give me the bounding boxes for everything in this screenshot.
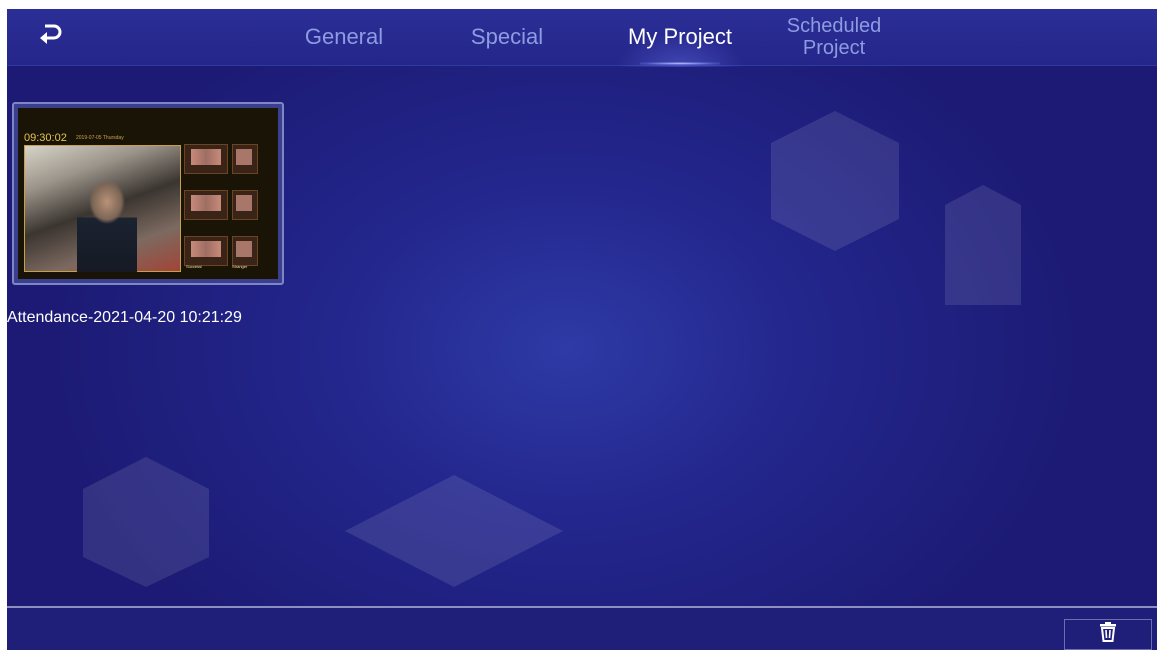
thumbnail-date: 2019-07-05 Thursday xyxy=(76,135,124,141)
tab-label-line2: Project xyxy=(802,37,866,59)
decorative-cube xyxy=(83,457,209,587)
face-tile xyxy=(184,144,228,174)
tab-special[interactable]: Special xyxy=(457,9,557,65)
thumbnail-time: 09:30:02 xyxy=(24,132,67,144)
project-card[interactable]: 09:30:02 2019-07-05 Thursday Success! St… xyxy=(12,102,284,285)
face-tile xyxy=(184,190,228,220)
tile-label: Success! xyxy=(186,264,203,269)
return-arrow-icon xyxy=(38,23,64,50)
project-name[interactable]: Attendance-2021-04-20 10:21:29 xyxy=(7,309,242,327)
decorative-cube xyxy=(771,111,899,251)
tab-my-project[interactable]: My Project xyxy=(610,9,750,65)
face-tile xyxy=(232,144,258,174)
face-tile xyxy=(232,190,258,220)
trash-icon xyxy=(1099,622,1117,647)
top-nav-bar: General Special My Project Scheduled Pro… xyxy=(7,9,1157,67)
person-silhouette xyxy=(77,172,137,272)
project-screen: General Special My Project Scheduled Pro… xyxy=(7,9,1157,650)
back-button[interactable] xyxy=(33,19,69,53)
face-tile xyxy=(184,236,228,266)
active-tab-indicator xyxy=(640,62,720,65)
face-tile xyxy=(232,236,258,266)
tab-general[interactable]: General xyxy=(289,9,399,65)
project-thumbnail: 09:30:02 2019-07-05 Thursday Success! St… xyxy=(18,108,278,279)
bottom-bar xyxy=(7,606,1157,650)
delete-button[interactable] xyxy=(1064,619,1152,650)
decorative-cube xyxy=(345,475,563,587)
tab-label-line1: Scheduled xyxy=(786,15,882,37)
decorative-cube xyxy=(945,185,1021,305)
tile-label: Stranger xyxy=(232,264,248,269)
tab-scheduled-project[interactable]: Scheduled Project xyxy=(769,9,899,65)
thumbnail-photo xyxy=(24,145,181,272)
